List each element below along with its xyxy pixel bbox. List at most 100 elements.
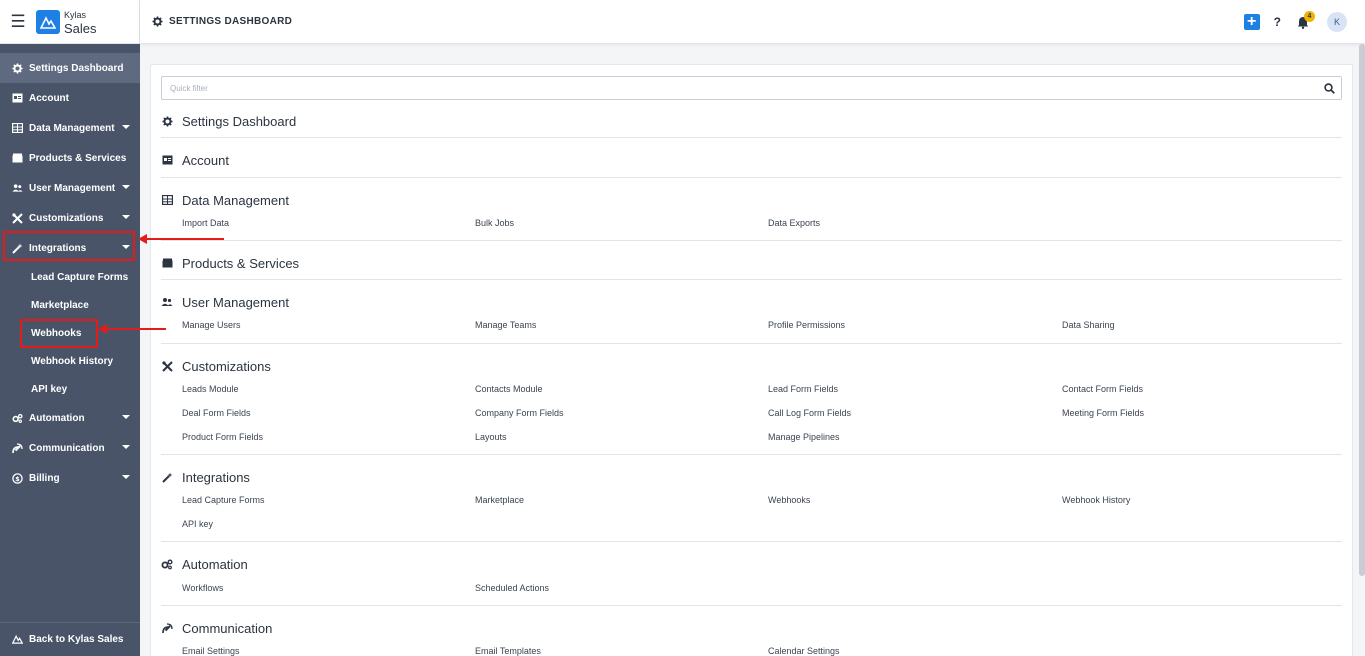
link-product-form-fields[interactable]: Product Form Fields [182,432,263,442]
gear-icon [12,62,23,74]
link-workflows[interactable]: Workflows [182,583,223,593]
chevron-down-icon[interactable] [122,415,130,419]
sidebar-item-customizations[interactable]: Customizations [0,203,140,233]
link-scheduled-actions[interactable]: Scheduled Actions [475,583,549,593]
satellite-icon [12,442,23,454]
link-meeting-form-fields[interactable]: Meeting Form Fields [1062,408,1144,418]
sidebar-item-communication[interactable]: Communication [0,433,140,463]
sidebar-item-account[interactable]: Account [0,83,140,113]
link-calendar-settings[interactable]: Calendar Settings [768,646,840,656]
add-button[interactable]: + [1243,14,1260,30]
box-icon [161,257,173,269]
hamburger-menu-icon[interactable]: ☰ [0,12,36,32]
notifications-bell-icon[interactable]: 4 [1297,11,1315,30]
section-customizations: Customizations Leads Module Contacts Mod… [161,355,1342,455]
link-call-log-form-fields[interactable]: Call Log Form Fields [768,408,851,418]
link-profile-permissions[interactable]: Profile Permissions [768,320,845,330]
sidebar-item-products-services[interactable]: Products & Services [0,143,140,173]
users-icon [161,296,173,308]
chevron-down-icon[interactable] [122,185,130,189]
section-title[interactable]: Data Management [182,193,289,208]
brand-bar: ☰ Kylas Sales [0,0,140,44]
link-marketplace[interactable]: Marketplace [475,495,524,505]
link-data-sharing[interactable]: Data Sharing [1062,320,1115,330]
sidebar-subitem-webhook-history[interactable]: Webhook History [0,347,140,375]
section-user-management: User Management Manage Users Manage Team… [161,291,1342,344]
section-title[interactable]: Automation [182,557,248,572]
back-to-kylas-sales-link[interactable]: Back to Kylas Sales [0,622,140,656]
section-automation: Automation Workflows Scheduled Actions [161,553,1342,606]
link-contact-form-fields[interactable]: Contact Form Fields [1062,384,1143,394]
annotation-arrow-webhooks [106,328,166,330]
link-lead-form-fields[interactable]: Lead Form Fields [768,384,838,394]
quick-filter-box [161,76,1342,100]
link-deal-form-fields[interactable]: Deal Form Fields [182,408,251,418]
page-scrollbar[interactable] [1359,44,1365,576]
magic-wand-icon [161,471,173,483]
section-title[interactable]: User Management [182,295,289,310]
sidebar-item-settings-dashboard[interactable]: Settings Dashboard [0,53,140,83]
chevron-down-icon[interactable] [122,445,130,449]
cogs-icon [12,413,23,424]
link-import-data[interactable]: Import Data [182,218,229,228]
search-icon[interactable] [1317,82,1341,94]
annotation-arrow-integrations [146,238,224,240]
section-settings-dashboard: Settings Dashboard [161,110,1342,138]
id-card-icon [161,154,173,166]
notification-count-badge: 4 [1304,11,1315,22]
quick-filter-input[interactable] [162,78,1317,98]
sidebar-item-data-management[interactable]: Data Management [0,113,140,143]
link-company-form-fields[interactable]: Company Form Fields [475,408,564,418]
link-manage-users[interactable]: Manage Users [182,320,241,330]
link-api-key[interactable]: API key [182,519,213,529]
annotation-arrowhead-webhooks [98,324,107,334]
link-layouts[interactable]: Layouts [475,432,507,442]
page-title: SETTINGS DASHBOARD [169,16,293,27]
help-icon[interactable]: ? [1274,15,1281,29]
link-lead-capture-forms[interactable]: Lead Capture Forms [182,495,265,505]
sidebar-item-user-management[interactable]: User Management [0,173,140,203]
link-webhook-history[interactable]: Webhook History [1062,495,1130,505]
link-manage-teams[interactable]: Manage Teams [475,320,536,330]
link-webhooks[interactable]: Webhooks [768,495,810,505]
link-leads-module[interactable]: Leads Module [182,384,239,394]
sidebar-subitem-marketplace[interactable]: Marketplace [0,291,140,319]
section-title[interactable]: Account [182,153,229,168]
sidebar-subitem-api-key[interactable]: API key [0,375,140,403]
link-data-exports[interactable]: Data Exports [768,218,820,228]
annotation-highlight-integrations [3,231,135,261]
link-bulk-jobs[interactable]: Bulk Jobs [475,218,514,228]
table-icon [12,123,23,134]
chevron-down-icon[interactable] [122,215,130,219]
sidebar-item-automation[interactable]: Automation [0,403,140,433]
sidebar-menu: Settings Dashboard Account Data Manageme… [0,53,140,493]
section-integrations: Integrations Lead Capture Forms Marketpl… [161,466,1342,542]
link-manage-pipelines[interactable]: Manage Pipelines [768,432,840,442]
chevron-down-icon[interactable] [122,125,130,129]
cogs-icon [161,558,173,570]
settings-dashboard-card: Settings Dashboard Account Data Manageme… [150,64,1353,656]
section-title[interactable]: Integrations [182,470,250,485]
link-contacts-module[interactable]: Contacts Module [475,384,543,394]
chevron-down-icon[interactable] [122,475,130,479]
section-account: Account [161,149,1342,178]
header-actions: + ? 4 K [1243,11,1347,32]
sidebar-item-billing[interactable]: $ Billing [0,463,140,493]
kylas-logo-icon[interactable] [36,9,60,34]
section-title[interactable]: Customizations [182,359,271,374]
satellite-icon [161,622,173,634]
link-email-settings[interactable]: Email Settings [182,646,240,656]
section-title[interactable]: Communication [182,621,272,636]
box-icon [12,153,23,164]
brand-name: Kylas Sales [64,9,97,36]
avatar[interactable]: K [1327,12,1347,32]
top-header: SETTINGS DASHBOARD + ? 4 K [140,0,1365,44]
coin-icon: $ [12,472,23,484]
section-title[interactable]: Products & Services [182,256,299,271]
link-email-templates[interactable]: Email Templates [475,646,541,656]
section-data-management: Data Management Import Data Bulk Jobs Da… [161,189,1342,241]
tools-icon [12,212,23,224]
section-title[interactable]: Settings Dashboard [182,114,296,129]
sidebar-subitem-lead-capture-forms[interactable]: Lead Capture Forms [0,263,140,291]
section-communication: Communication Email Settings Email Templ… [161,617,1342,656]
